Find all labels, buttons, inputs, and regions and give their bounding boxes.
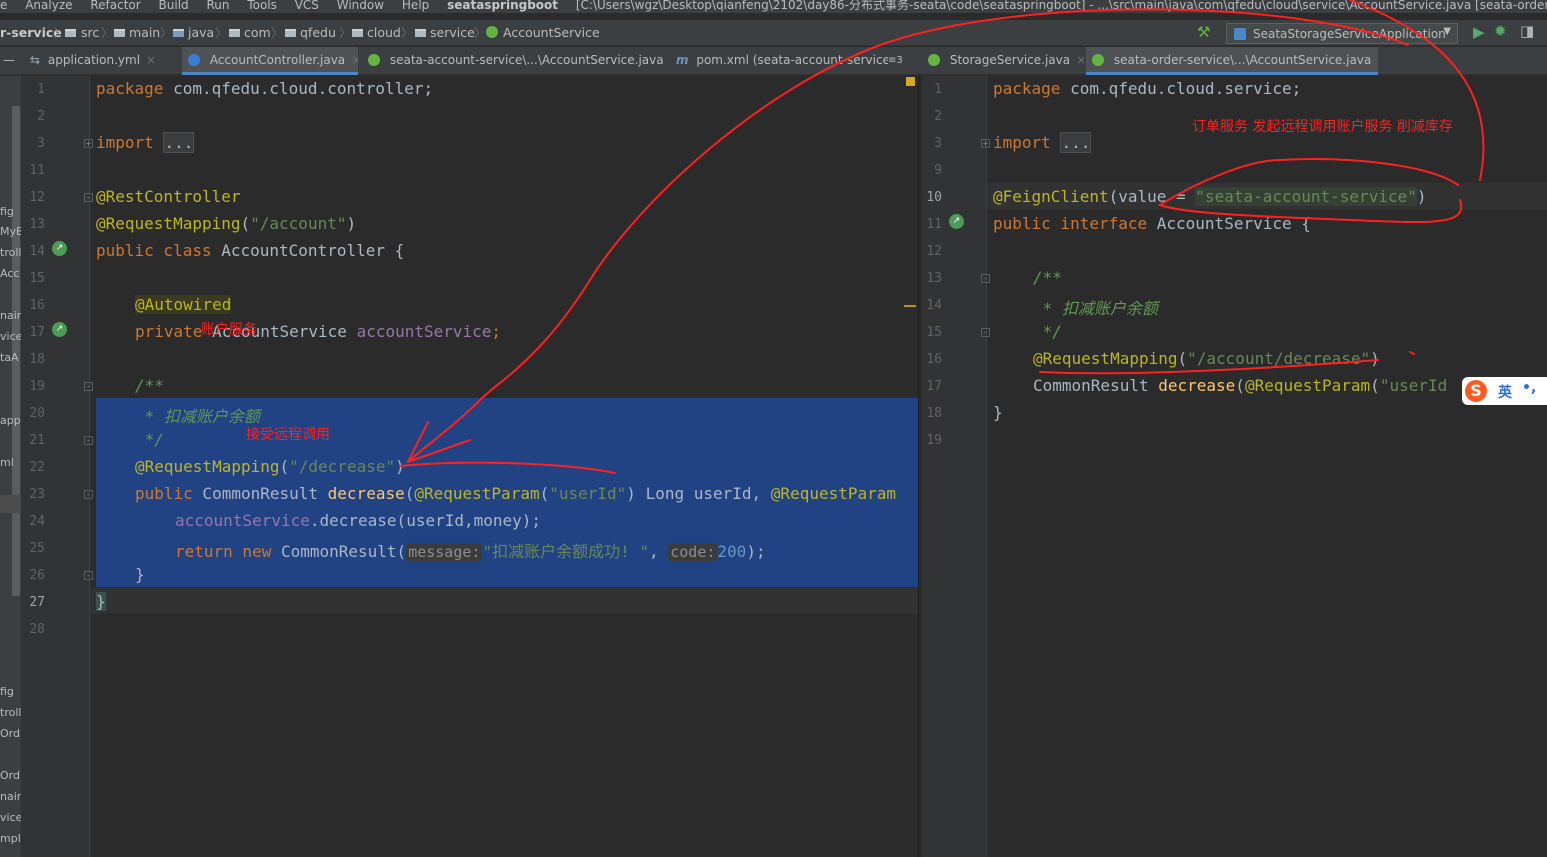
account-service-note: 账户服务 xyxy=(201,322,257,338)
order-service-note: 订单服务 发起远程调用账户服务 削减库存 xyxy=(1192,119,1453,135)
receive-remote-call-note: 接受远程调用 xyxy=(246,427,330,443)
